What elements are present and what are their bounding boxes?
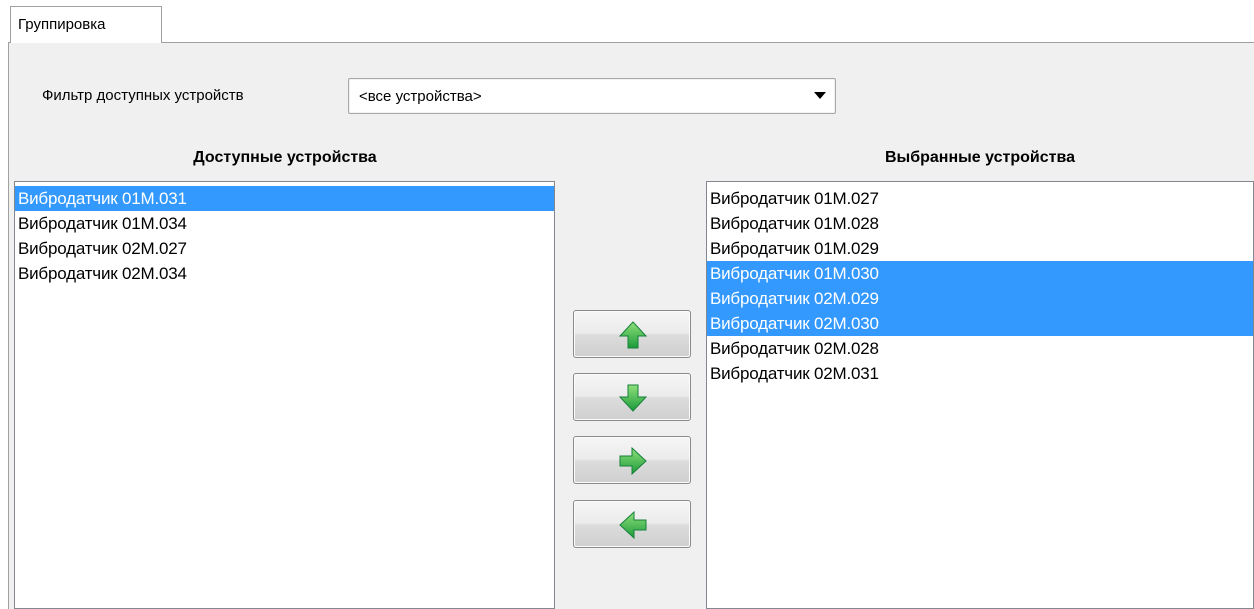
arrow-down-icon bbox=[618, 384, 648, 412]
remove-from-selected-button[interactable] bbox=[573, 500, 691, 548]
list-item[interactable]: Вибродатчик 02М.031 bbox=[707, 361, 1253, 386]
list-item[interactable]: Вибродатчик 02М.030 bbox=[707, 311, 1253, 336]
list-item[interactable]: Вибродатчик 01М.029 bbox=[707, 236, 1253, 261]
list-item[interactable]: Вибродатчик 02М.034 bbox=[15, 261, 554, 286]
device-filter-dropdown[interactable]: <все устройства> bbox=[348, 78, 836, 114]
available-devices-title: Доступные устройства bbox=[193, 149, 377, 166]
list-item[interactable]: Вибродатчик 02М.029 bbox=[707, 286, 1253, 311]
tab-grouping[interactable]: Группировка bbox=[10, 6, 162, 43]
add-to-selected-button[interactable] bbox=[573, 436, 691, 484]
selected-devices-list[interactable]: Вибродатчик 01М.027 Вибродатчик 01М.028 Ви… bbox=[706, 181, 1254, 609]
list-item[interactable]: Вибродатчик 01М.034 bbox=[15, 211, 554, 236]
list-item[interactable]: Вибродатчик 01М.031 bbox=[15, 186, 554, 211]
move-down-button[interactable] bbox=[573, 373, 691, 421]
arrow-up-icon bbox=[618, 321, 648, 349]
list-item[interactable]: Вибродатчик 01М.030 bbox=[707, 261, 1253, 286]
available-devices-list[interactable]: Вибродатчик 01М.031 Вибродатчик 01М.034 Ви… bbox=[14, 181, 555, 609]
device-filter-value: <все устройства> bbox=[359, 88, 482, 105]
list-item[interactable]: Вибродатчик 02М.027 bbox=[15, 236, 554, 261]
list-item[interactable]: Вибродатчик 01М.028 bbox=[707, 211, 1253, 236]
chevron-down-icon bbox=[814, 92, 826, 99]
arrow-right-icon bbox=[619, 446, 647, 476]
filter-label: Фильтр доступных устройств bbox=[42, 87, 244, 104]
selected-devices-title: Выбранные устройства bbox=[885, 149, 1075, 166]
list-item[interactable]: Вибродатчик 02М.028 bbox=[707, 336, 1253, 361]
list-item[interactable]: Вибродатчик 01М.027 bbox=[707, 186, 1253, 211]
move-up-button[interactable] bbox=[573, 310, 691, 358]
arrow-left-icon bbox=[619, 510, 647, 540]
